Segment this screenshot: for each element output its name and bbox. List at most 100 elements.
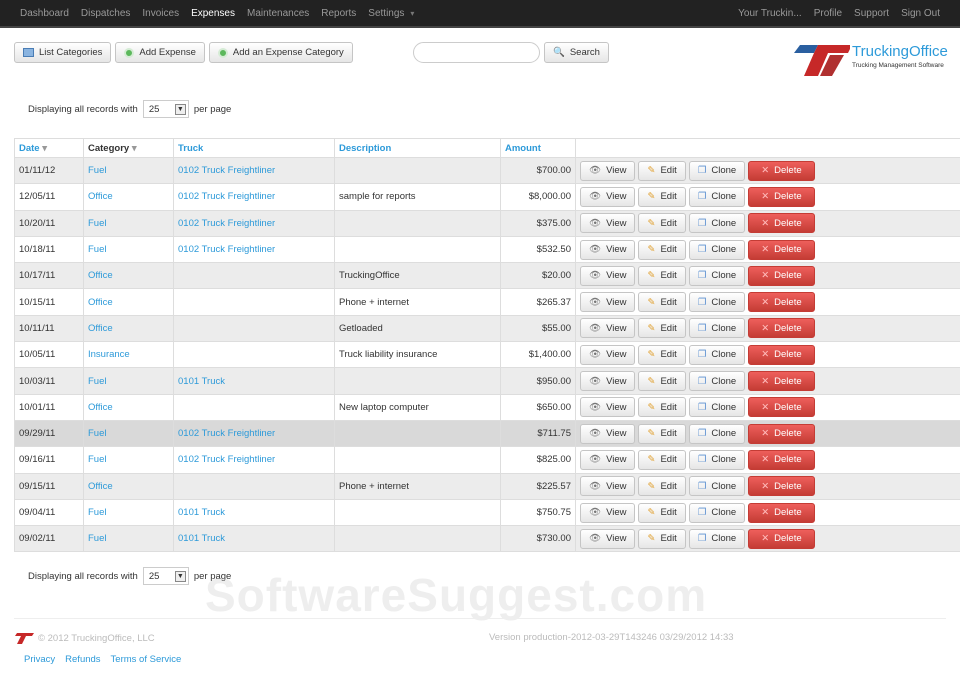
view-button[interactable]: 👁 View	[580, 528, 636, 549]
privacy-link[interactable]: Privacy	[24, 654, 55, 665]
view-button[interactable]: 👁 View	[580, 423, 636, 444]
add-category-button[interactable]: Add an Expense Category	[208, 42, 353, 63]
delete-button[interactable]: ✕ Delete	[748, 344, 815, 365]
col-amount[interactable]: Amount	[500, 138, 576, 158]
view-button[interactable]: 👁 View	[580, 239, 636, 260]
truck-link[interactable]: 0101 Truck	[173, 525, 335, 552]
delete-button[interactable]: ✕ Delete	[748, 423, 815, 444]
delete-button[interactable]: ✕ Delete	[748, 292, 815, 313]
edit-button[interactable]: ✎ Edit	[638, 160, 686, 181]
clone-button[interactable]: ❐ Clone	[688, 528, 746, 549]
nav-right-item[interactable]: Sign Out	[901, 8, 940, 19]
view-button[interactable]: 👁 View	[580, 397, 636, 418]
clone-button[interactable]: ❐ Clone	[688, 397, 746, 418]
nav-right-item[interactable]: Support	[854, 8, 889, 19]
delete-button[interactable]: ✕ Delete	[748, 318, 815, 339]
view-button[interactable]: 👁 View	[580, 318, 636, 339]
category-link[interactable]: Office	[83, 393, 174, 421]
delete-button[interactable]: ✕ Delete	[748, 397, 815, 418]
delete-button[interactable]: ✕ Delete	[748, 449, 815, 470]
truck-link[interactable]: 0102 Truck Freightliner	[173, 209, 335, 237]
category-link[interactable]: Fuel	[83, 525, 174, 552]
per-page-select[interactable]: 25 ▼	[142, 100, 189, 118]
delete-button[interactable]: ✕ Delete	[748, 186, 815, 207]
edit-button[interactable]: ✎ Edit	[638, 397, 686, 418]
category-link[interactable]: Fuel	[83, 235, 174, 263]
category-link[interactable]: Fuel	[83, 209, 174, 237]
clone-button[interactable]: ❐ Clone	[688, 292, 746, 313]
view-button[interactable]: 👁 View	[580, 371, 636, 392]
category-link[interactable]: Fuel	[83, 419, 174, 447]
category-link[interactable]: Office	[83, 472, 174, 500]
delete-button[interactable]: ✕ Delete	[748, 213, 815, 234]
clone-button[interactable]: ❐ Clone	[688, 213, 746, 234]
category-link[interactable]: Fuel	[83, 367, 174, 395]
nav-maintenances[interactable]: Maintenances	[247, 8, 309, 19]
truck-link[interactable]: 0102 Truck Freightliner	[173, 446, 335, 474]
nav-settings[interactable]: Settings	[368, 8, 404, 19]
delete-button[interactable]: ✕ Delete	[748, 502, 815, 523]
category-link[interactable]: Office	[83, 183, 174, 211]
view-button[interactable]: 👁 View	[580, 160, 636, 181]
clone-button[interactable]: ❐ Clone	[688, 239, 746, 260]
view-button[interactable]: 👁 View	[580, 502, 636, 523]
edit-button[interactable]: ✎ Edit	[638, 265, 686, 286]
col-truck[interactable]: Truck	[173, 138, 335, 158]
edit-button[interactable]: ✎ Edit	[638, 292, 686, 313]
per-page-select[interactable]: 25 ▼	[142, 567, 189, 585]
clone-button[interactable]: ❐ Clone	[688, 476, 746, 497]
category-link[interactable]: Office	[83, 262, 174, 289]
list-categories-button[interactable]: List Categories	[14, 42, 112, 63]
view-button[interactable]: 👁 View	[580, 213, 636, 234]
search-input[interactable]	[413, 42, 540, 63]
edit-button[interactable]: ✎ Edit	[638, 186, 686, 207]
col-category[interactable]: Category ▾	[83, 138, 174, 158]
category-link[interactable]: Fuel	[83, 498, 174, 526]
clone-button[interactable]: ❐ Clone	[688, 371, 746, 392]
clone-button[interactable]: ❐ Clone	[688, 449, 746, 470]
delete-button[interactable]: ✕ Delete	[748, 265, 815, 286]
col-date[interactable]: Date ▾	[14, 138, 84, 158]
truck-link[interactable]: 0102 Truck Freightliner	[173, 419, 335, 447]
edit-button[interactable]: ✎ Edit	[638, 423, 686, 444]
nav-dispatches[interactable]: Dispatches	[81, 8, 130, 19]
view-button[interactable]: 👁 View	[580, 292, 636, 313]
clone-button[interactable]: ❐ Clone	[688, 160, 746, 181]
edit-button[interactable]: ✎ Edit	[638, 239, 686, 260]
terms-link[interactable]: Terms of Service	[111, 654, 182, 665]
nav-right-item[interactable]: Your Truckin...	[738, 8, 802, 19]
delete-button[interactable]: ✕ Delete	[748, 528, 815, 549]
truck-link[interactable]: 0102 Truck Freightliner	[173, 156, 335, 184]
clone-button[interactable]: ❐ Clone	[688, 186, 746, 207]
nav-reports[interactable]: Reports	[321, 8, 356, 19]
edit-button[interactable]: ✎ Edit	[638, 344, 686, 365]
clone-button[interactable]: ❐ Clone	[688, 423, 746, 444]
category-link[interactable]: Office	[83, 288, 174, 316]
truck-link[interactable]: 0102 Truck Freightliner	[173, 235, 335, 263]
clone-button[interactable]: ❐ Clone	[688, 265, 746, 286]
nav-invoices[interactable]: Invoices	[142, 8, 179, 19]
edit-button[interactable]: ✎ Edit	[638, 371, 686, 392]
edit-button[interactable]: ✎ Edit	[638, 449, 686, 470]
category-link[interactable]: Fuel	[83, 446, 174, 474]
clone-button[interactable]: ❐ Clone	[688, 502, 746, 523]
nav-right-item[interactable]: Profile	[814, 8, 842, 19]
category-link[interactable]: Insurance	[83, 341, 174, 368]
delete-button[interactable]: ✕ Delete	[748, 239, 815, 260]
view-button[interactable]: 👁 View	[580, 186, 636, 207]
view-button[interactable]: 👁 View	[580, 344, 636, 365]
view-button[interactable]: 👁 View	[580, 476, 636, 497]
category-link[interactable]: Fuel	[83, 156, 174, 184]
clone-button[interactable]: ❐ Clone	[688, 344, 746, 365]
delete-button[interactable]: ✕ Delete	[748, 371, 815, 392]
category-link[interactable]: Office	[83, 314, 174, 342]
view-button[interactable]: 👁 View	[580, 449, 636, 470]
col-description[interactable]: Description	[334, 138, 501, 158]
edit-button[interactable]: ✎ Edit	[638, 476, 686, 497]
edit-button[interactable]: ✎ Edit	[638, 318, 686, 339]
truck-link[interactable]: 0102 Truck Freightliner	[173, 183, 335, 211]
nav-expenses[interactable]: Expenses	[191, 8, 235, 19]
view-button[interactable]: 👁 View	[580, 265, 636, 286]
nav-dashboard[interactable]: Dashboard	[20, 8, 69, 19]
edit-button[interactable]: ✎ Edit	[638, 502, 686, 523]
